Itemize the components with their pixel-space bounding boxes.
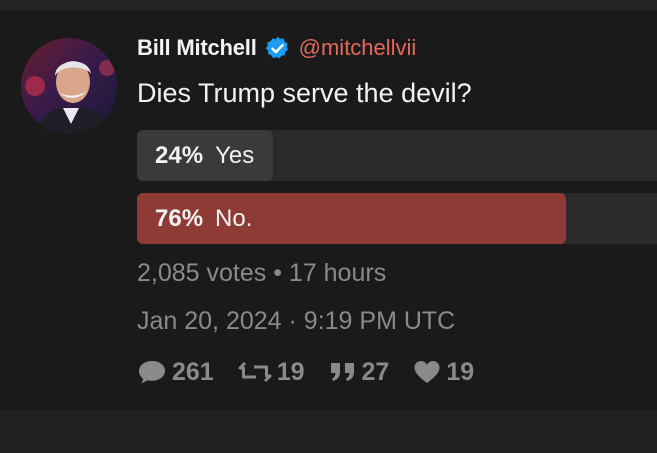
poll-option-label: 24% Yes <box>155 130 254 181</box>
tweet-timestamp[interactable]: Jan 20, 2024 · 9:19 PM UTC <box>137 307 455 336</box>
retweet-icon <box>238 361 272 383</box>
poll-percent: 76% <box>155 204 204 232</box>
poll-option-label: 76% No. <box>155 193 252 244</box>
reply-count: 261 <box>172 357 214 386</box>
quote-button[interactable]: 27 <box>329 357 390 387</box>
quote-count: 27 <box>361 357 390 386</box>
poll-option-text: No. <box>215 204 253 232</box>
poll-percent: 24% <box>155 141 204 169</box>
like-button[interactable]: 19 <box>413 358 474 387</box>
avatar[interactable] <box>21 38 117 134</box>
bottom-divider <box>0 410 657 453</box>
poll-summary: 2,085 votes • 17 hours <box>137 259 387 287</box>
heart-icon <box>414 361 440 383</box>
tweet-actions: 261 19 27 19 <box>137 356 498 388</box>
quote-icon <box>330 363 354 381</box>
poll-option-text: Yes <box>215 141 255 169</box>
tweet-header: Bill Mitchell @mitchellvii <box>137 32 416 64</box>
author-name[interactable]: Bill Mitchell <box>137 35 257 61</box>
retweet-button[interactable]: 19 <box>238 358 305 387</box>
author-handle[interactable]: @mitchellvii <box>299 35 417 61</box>
top-divider <box>0 0 657 10</box>
verified-badge-icon <box>265 36 288 58</box>
avatar-photo <box>21 38 117 134</box>
comment-icon <box>139 361 165 384</box>
page: Bill Mitchell @mitchellvii Dies Trump se… <box>0 0 657 453</box>
like-count: 19 <box>446 357 475 386</box>
tweet-text: Dies Trump serve the devil? <box>137 78 472 108</box>
poll-option-no[interactable]: 76% No. <box>137 193 657 244</box>
reply-button[interactable]: 261 <box>137 358 214 387</box>
poll-option-yes[interactable]: 24% Yes <box>137 130 657 181</box>
retweet-count: 19 <box>276 357 305 386</box>
